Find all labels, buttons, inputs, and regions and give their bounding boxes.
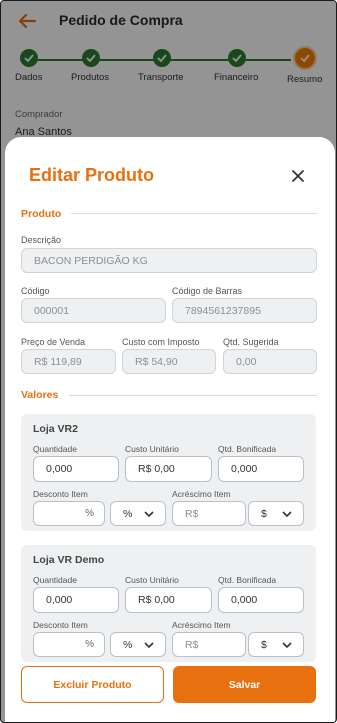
app-frame: Pedido de Compra Dados Produtos Transpor…	[0, 0, 337, 723]
quantity-label: Quantidade	[33, 444, 77, 454]
surcharge-placeholder: R$	[185, 507, 199, 520]
store-card-vr2: Loja VR2 Quantidade Custo Unitário Qtd. …	[21, 414, 316, 531]
quantity-value: 0,000	[46, 594, 73, 606]
chevron-down-icon	[144, 642, 154, 649]
quantity-input[interactable]: 0,000	[33, 456, 119, 482]
surcharge-label: Acréscimo Item	[172, 620, 231, 630]
sale-price-field: R$ 119,89	[21, 349, 116, 374]
suggested-label: Qtd. Sugerida	[223, 337, 279, 347]
cost-label: Custo com Imposto	[122, 337, 200, 347]
surcharge-input[interactable]: R$	[172, 501, 246, 526]
code-field: 000001	[21, 298, 166, 323]
quantity-input[interactable]: 0,000	[33, 587, 119, 613]
divider	[69, 395, 317, 396]
surcharge-input[interactable]: R$	[172, 632, 246, 657]
discount-label: Desconto Item	[33, 620, 88, 630]
bonus-input[interactable]: 0,000	[218, 587, 304, 613]
bonus-input[interactable]: 0,000	[218, 456, 304, 482]
surcharge-type-select[interactable]: $	[248, 501, 304, 526]
bonus-value: 0,000	[231, 594, 258, 606]
close-icon[interactable]	[289, 167, 307, 185]
discount-label: Desconto Item	[33, 489, 88, 499]
surcharge-label: Acréscimo Item	[172, 489, 231, 499]
discount-input[interactable]: %	[33, 501, 105, 526]
bonus-label: Qtd. Bonificada	[218, 575, 277, 585]
chevron-down-icon	[144, 511, 154, 518]
chevron-down-icon	[282, 642, 292, 649]
sale-price-label: Preço de Venda	[21, 337, 86, 347]
discount-input[interactable]: %	[33, 632, 105, 657]
unit-cost-value: R$ 0,00	[138, 594, 175, 606]
barcode-label: Código de Barras	[172, 286, 243, 296]
unit-cost-input[interactable]: R$ 0,00	[125, 587, 212, 613]
unit-cost-label: Custo Unitário	[125, 575, 179, 585]
discount-type-value: %	[123, 507, 133, 520]
cost-field: R$ 54,90	[122, 349, 216, 374]
surcharge-type-value: $	[261, 507, 267, 520]
surcharge-type-select[interactable]: $	[248, 632, 304, 657]
quantity-value: 0,000	[46, 463, 73, 475]
store-card-vr-demo: Loja VR Demo Quantidade Custo Unitário Q…	[21, 545, 316, 662]
barcode-field: 7894561237895	[172, 298, 317, 323]
section-produto: Produto	[21, 208, 62, 220]
bonus-label: Qtd. Bonificada	[218, 444, 277, 454]
bonus-value: 0,000	[231, 463, 258, 475]
discount-type-select[interactable]: %	[110, 501, 166, 526]
percent-suffix: %	[85, 639, 94, 650]
discount-type-select[interactable]: %	[110, 632, 166, 657]
store-name: Loja VR2	[33, 423, 78, 435]
save-button[interactable]: Salvar	[173, 666, 316, 703]
code-label: Código	[21, 286, 50, 296]
description-label: Descrição	[21, 235, 62, 245]
divider	[71, 213, 317, 214]
quantity-label: Quantidade	[33, 575, 77, 585]
discount-type-value: %	[123, 638, 133, 651]
edit-product-sheet: Editar Produto Produto Descrição BACON P…	[5, 137, 335, 722]
chevron-down-icon	[282, 511, 292, 518]
surcharge-placeholder: R$	[185, 638, 199, 651]
unit-cost-input[interactable]: R$ 0,00	[125, 456, 212, 482]
description-field: BACON PERDIGÃO KG	[21, 248, 317, 273]
store-name: Loja VR Demo	[33, 554, 105, 566]
percent-suffix: %	[85, 508, 94, 519]
section-valores: Valores	[21, 389, 59, 401]
suggested-field: 0,00	[223, 349, 317, 374]
unit-cost-label: Custo Unitário	[125, 444, 179, 454]
surcharge-type-value: $	[261, 638, 267, 651]
unit-cost-value: R$ 0,00	[138, 463, 175, 475]
sheet-title: Editar Produto	[29, 165, 154, 185]
delete-product-button[interactable]: Excluir Produto	[21, 666, 164, 703]
